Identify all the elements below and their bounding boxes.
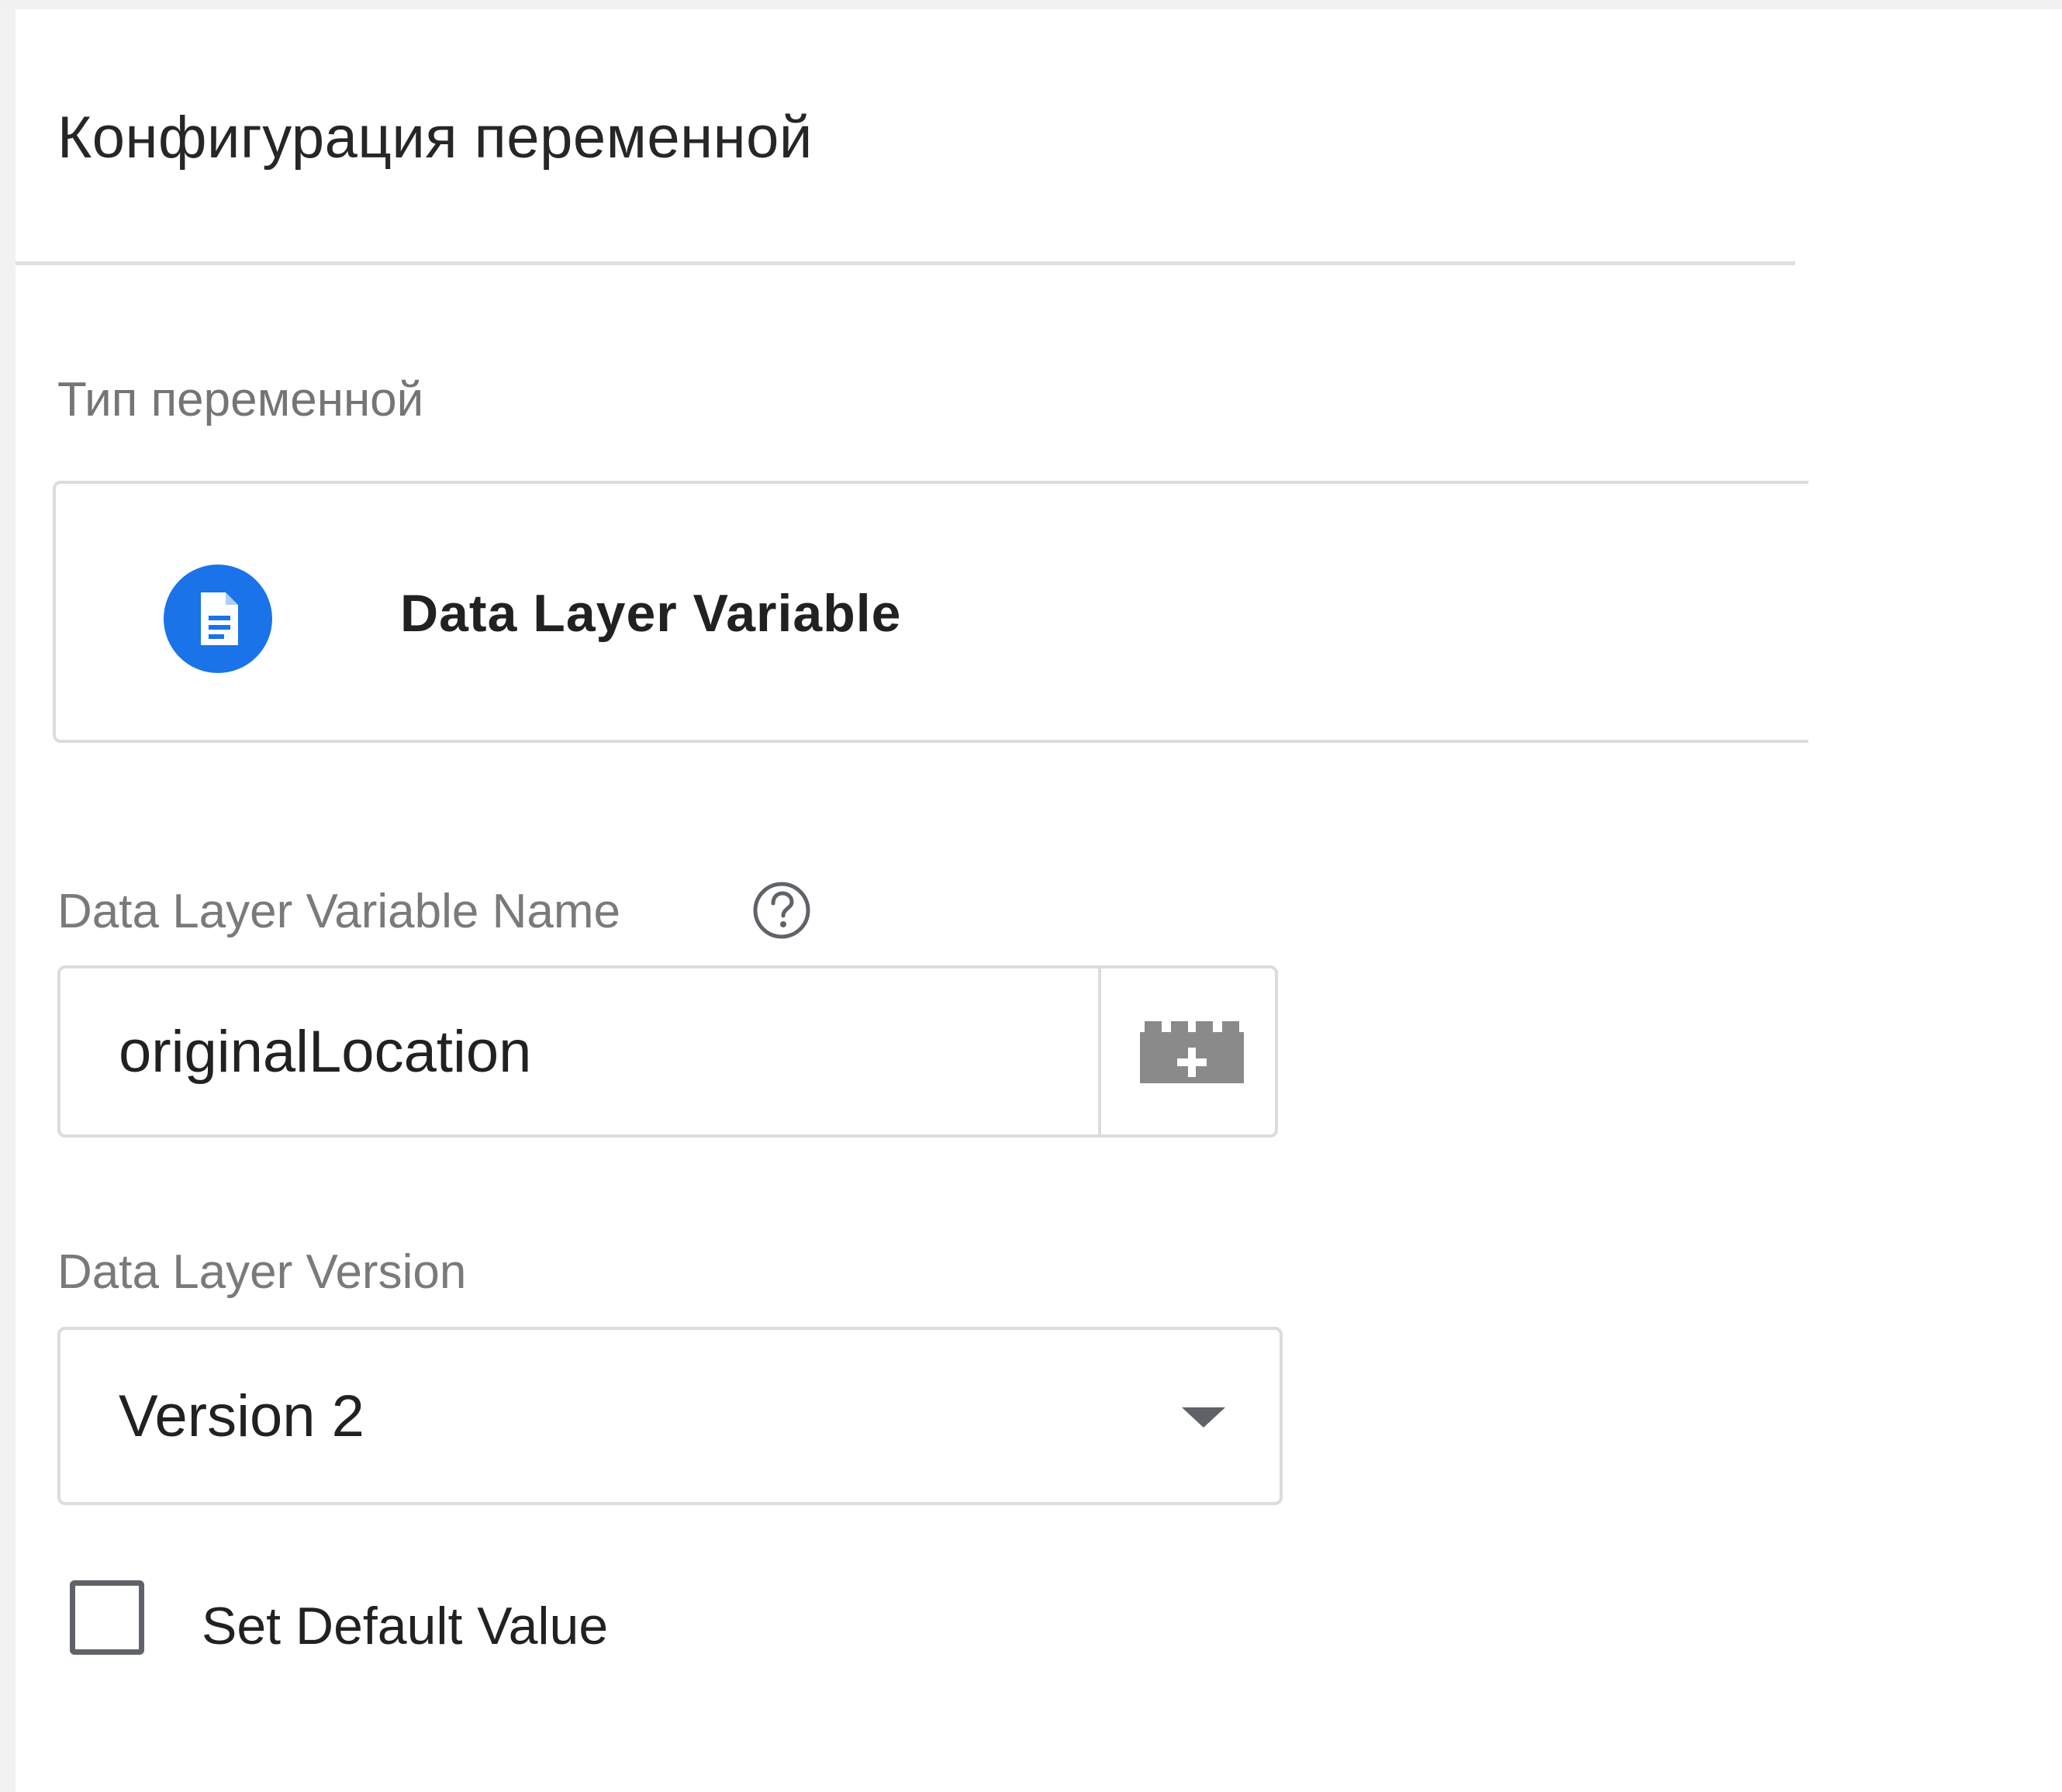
data-layer-version-value: Version 2 bbox=[119, 1383, 364, 1449]
insert-variable-icon bbox=[1140, 1021, 1244, 1083]
variable-name-field bbox=[57, 965, 1278, 1138]
set-default-value-label[interactable]: Set Default Value bbox=[202, 1596, 608, 1656]
set-default-value-checkbox[interactable] bbox=[70, 1580, 144, 1655]
dropdown-arrow-icon bbox=[1182, 1407, 1225, 1428]
variable-configuration-panel: Конфигурация переменной Тип переменной D… bbox=[16, 9, 2062, 1792]
variable-name-label: Data Layer Variable Name bbox=[57, 885, 620, 938]
panel-title: Конфигурация переменной bbox=[57, 105, 813, 171]
help-circle-icon[interactable] bbox=[751, 879, 813, 941]
variable-type-name: Data Layer Variable bbox=[400, 584, 902, 643]
data-layer-version-label: Data Layer Version bbox=[57, 1245, 467, 1299]
document-icon bbox=[164, 565, 272, 673]
variable-type-card[interactable]: Data Layer Variable bbox=[53, 481, 1808, 743]
variable-type-label: Тип переменной bbox=[57, 373, 424, 426]
data-layer-version-select[interactable]: Version 2 bbox=[57, 1327, 1283, 1505]
title-divider bbox=[16, 261, 1795, 265]
variable-name-input[interactable] bbox=[60, 969, 1098, 1134]
insert-variable-button[interactable] bbox=[1101, 969, 1275, 1134]
top-strip bbox=[0, 0, 2062, 9]
